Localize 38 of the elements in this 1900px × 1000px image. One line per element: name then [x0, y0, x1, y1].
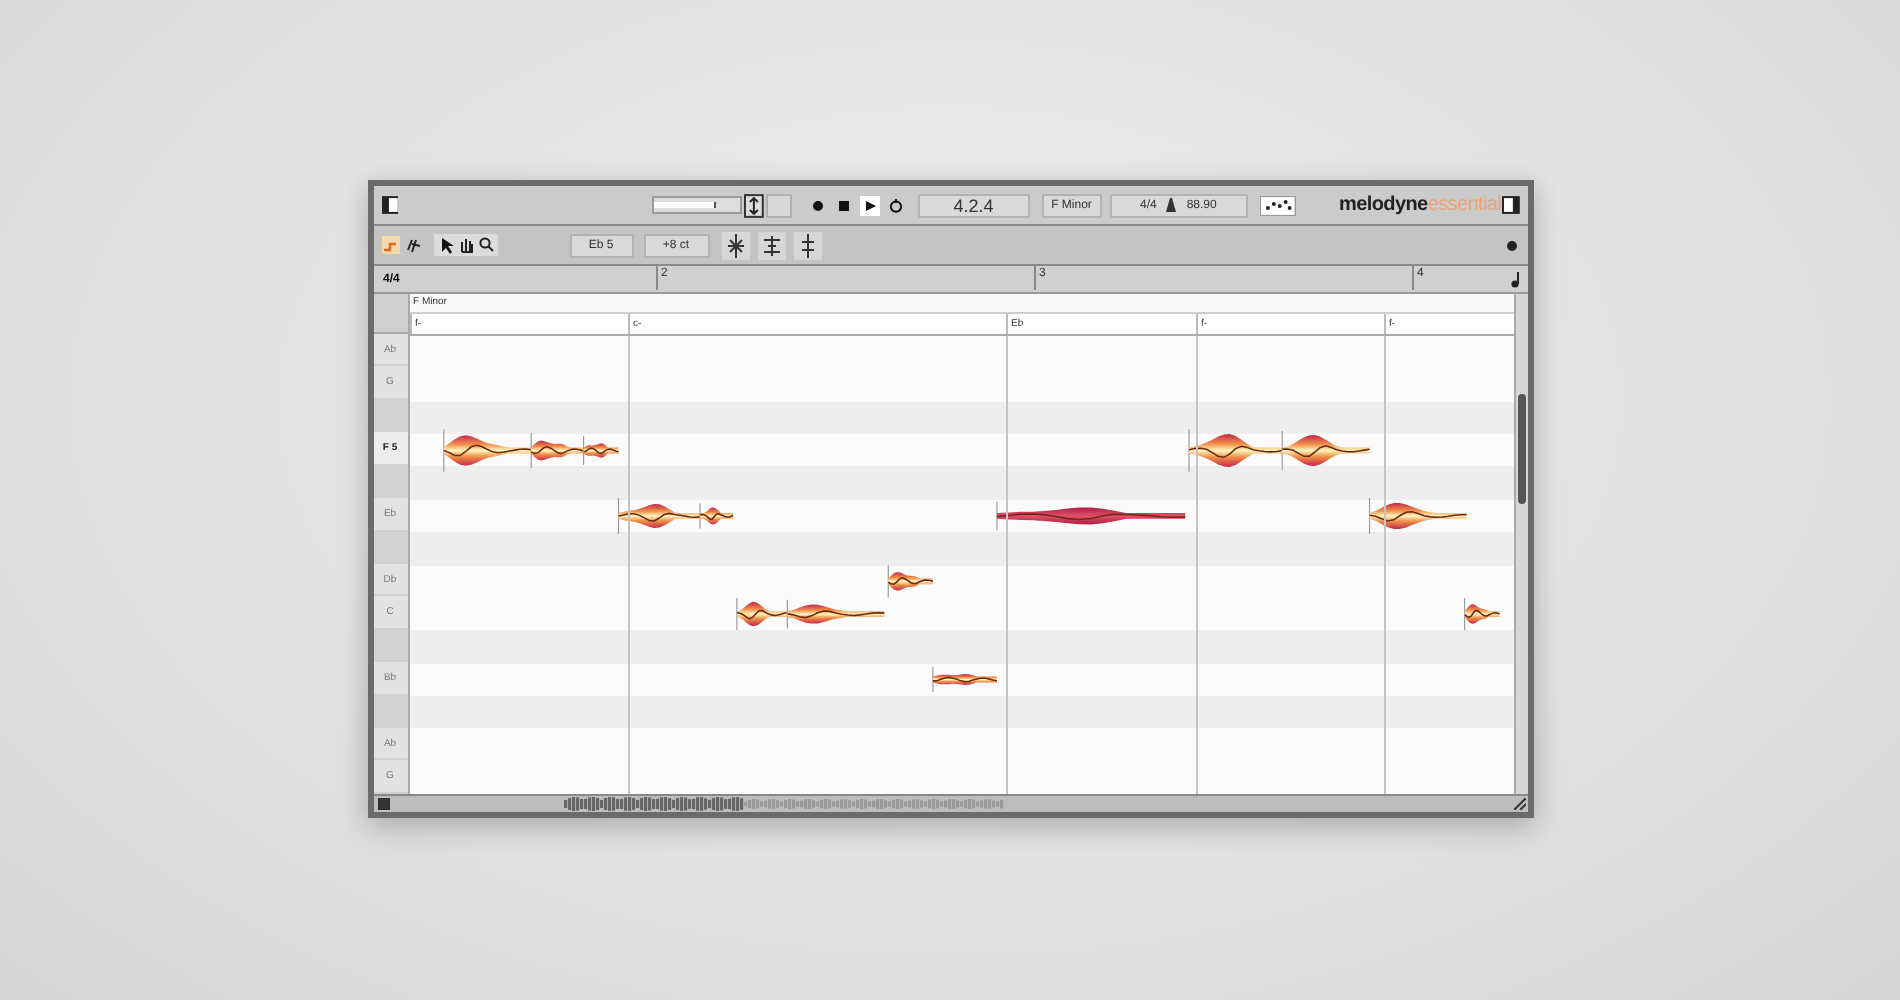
pointer-icon[interactable]: [437, 236, 453, 254]
note-blob[interactable]: [581, 435, 619, 466]
overview-icon[interactable]: [377, 798, 389, 810]
note-blob[interactable]: [1462, 597, 1500, 631]
overview-waveform-drawing[interactable]: [563, 796, 1003, 812]
pitch-macro-icon[interactable]: [721, 231, 749, 259]
hand-icon[interactable]: [457, 236, 473, 254]
note-tool-icon[interactable]: [403, 236, 421, 254]
brand-logo: melodyne: [1339, 194, 1428, 216]
position-field[interactable]: 4.2.4: [917, 193, 1030, 217]
loop-button[interactable]: [885, 195, 906, 215]
note-blob[interactable]: [529, 432, 584, 469]
note-blob[interactable]: [1187, 428, 1282, 473]
record-button[interactable]: [807, 195, 828, 215]
resize-icon[interactable]: [1513, 798, 1525, 810]
scroll-mode-icon[interactable]: [743, 193, 764, 217]
note-blob[interactable]: [886, 564, 933, 599]
brand-edition: essential: [1427, 194, 1502, 216]
quantize-macro-icon[interactable]: [757, 231, 785, 259]
metronome-icon[interactable]: [1164, 198, 1179, 212]
note-blob[interactable]: [698, 502, 733, 530]
note-blob[interactable]: [616, 497, 700, 535]
search-icon[interactable]: [477, 236, 493, 254]
note-blob[interactable]: [735, 597, 788, 631]
note-value-icon[interactable]: [1509, 270, 1523, 288]
note-blob[interactable]: [995, 501, 1185, 531]
sidebar-toggle-icon[interactable]: [381, 196, 399, 214]
note-blob[interactable]: [442, 428, 531, 473]
note-blob[interactable]: [931, 666, 997, 693]
note-blob[interactable]: [1367, 497, 1467, 535]
note-blob[interactable]: [1280, 430, 1370, 471]
panel-toggle-icon[interactable]: [1501, 196, 1519, 214]
center-macro-icon[interactable]: [793, 231, 821, 259]
dots-icon[interactable]: [1259, 195, 1296, 215]
stop-button[interactable]: [833, 195, 854, 215]
note-blob[interactable]: [785, 599, 885, 629]
volume-slider[interactable]: [652, 196, 742, 214]
play-button[interactable]: [859, 195, 880, 215]
